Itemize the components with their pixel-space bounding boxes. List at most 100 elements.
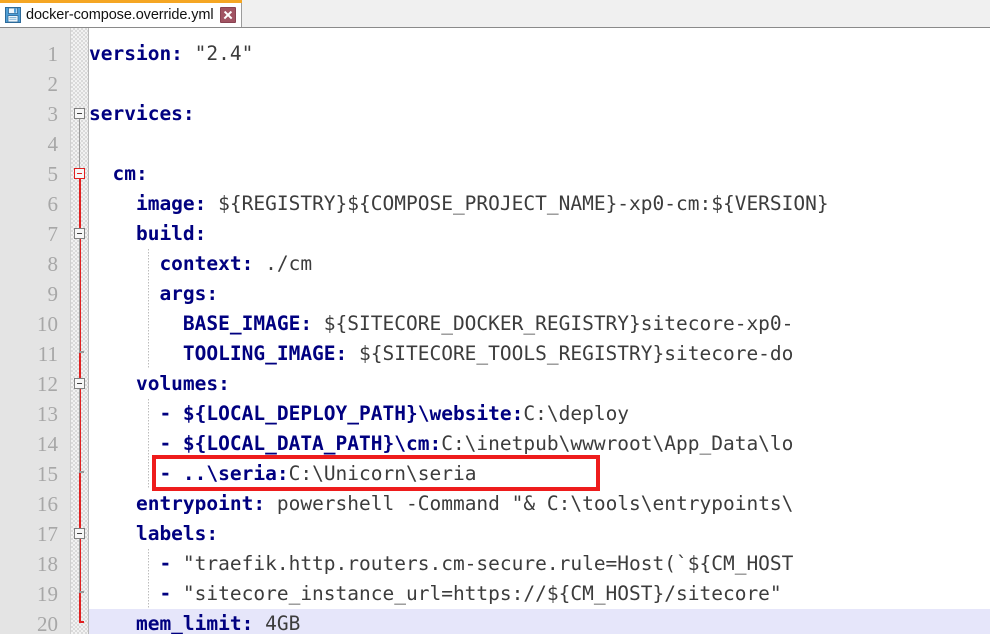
code-line-row[interactable]: 12 volumes: — [0, 369, 990, 399]
code-token: "2.4" — [182, 42, 254, 65]
fold-toggle-icon[interactable] — [74, 528, 85, 539]
code-token: ${REGISTRY}${COMPOSE_PROJECT_NAME}-xp0-c… — [206, 192, 829, 215]
code-token: - — [89, 552, 183, 575]
code-line-row[interactable]: 7 build: — [0, 219, 990, 249]
line-number: 2 — [47, 72, 59, 96]
code-token: powershell -Command "& C:\tools\entrypoi… — [265, 492, 794, 515]
code-line-text[interactable]: TOOLING_IMAGE: ${SITECORE_TOOLS_REGISTRY… — [89, 339, 794, 369]
line-number: 6 — [47, 192, 59, 216]
tab-label: docker-compose.override.yml — [26, 7, 214, 23]
code-line-row[interactable]: 20 mem_limit: 4GB — [37, 609, 990, 634]
fold-range-line — [79, 389, 80, 471]
line-number: 5 — [47, 162, 59, 186]
indent-guide — [148, 549, 149, 609]
fold-range-end — [79, 471, 84, 473]
code-line-row[interactable]: 16 entrypoint: powershell -Command "& C:… — [0, 489, 990, 519]
tab-bar: docker-compose.override.yml — [0, 0, 990, 28]
fold-range-end — [79, 351, 84, 353]
code-token: ${SITECORE_DOCKER_REGISTRY}sitecore-xp0- — [312, 312, 794, 335]
indent-guide — [148, 249, 149, 369]
code-token: version: — [89, 42, 183, 65]
fold-range-line — [79, 239, 80, 351]
code-token: services: — [89, 102, 195, 125]
code-line-text[interactable]: version: "2.4" — [89, 39, 253, 69]
line-number: 15 — [37, 462, 58, 486]
code-token: image: — [89, 192, 207, 215]
code-line-text[interactable]: args: — [89, 279, 218, 309]
code-line-text[interactable]: volumes: — [89, 369, 230, 399]
code-token: entrypoint: — [89, 492, 266, 515]
close-icon[interactable] — [220, 7, 237, 23]
line-number: 9 — [47, 282, 59, 306]
code-token: C:\deploy — [523, 402, 630, 425]
code-token: TOOLING_IMAGE: — [89, 342, 348, 365]
code-token: "sitecore_instance_url=https://${CM_HOST… — [182, 582, 782, 605]
code-line-row[interactable]: 1 version: "2.4" — [0, 39, 990, 69]
fold-range-end — [79, 591, 84, 593]
code-line-text[interactable]: cm: — [89, 159, 148, 189]
code-token: cm: — [89, 162, 148, 185]
line-number: 19 — [37, 582, 58, 606]
line-number: 11 — [37, 342, 58, 366]
floppy-disk-icon — [5, 7, 21, 23]
code-line-text[interactable]: - ${LOCAL_DATA_PATH}\cm:C:\inetpub\wwwro… — [89, 429, 793, 459]
code-line-row[interactable]: 3 services: — [0, 99, 990, 129]
code-token: context: — [89, 252, 254, 275]
code-token: build: — [89, 222, 207, 245]
code-line-row[interactable]: 4 — [0, 129, 990, 159]
code-line-row[interactable]: 5 cm: — [0, 159, 990, 189]
code-line-text[interactable]: image: ${REGISTRY}${COMPOSE_PROJECT_NAME… — [89, 189, 829, 219]
fold-range-line — [79, 119, 80, 171]
line-number: 18 — [37, 552, 58, 576]
line-number: 3 — [47, 102, 59, 126]
code-line-text[interactable]: entrypoint: powershell -Command "& C:\to… — [89, 489, 793, 519]
code-line-text[interactable]: - "sitecore_instance_url=https://${CM_HO… — [89, 579, 782, 609]
fold-toggle-icon[interactable] — [74, 228, 85, 239]
code-token: - — [89, 582, 183, 605]
code-token: ${SITECORE_TOOLS_REGISTRY}sitecore-do — [347, 342, 794, 365]
code-line-row[interactable]: 17 labels: — [0, 519, 990, 549]
indent-guide — [148, 399, 149, 489]
line-number: 16 — [37, 492, 58, 516]
code-line-text[interactable]: context: ./cm — [89, 249, 312, 279]
fold-range-line — [79, 539, 80, 591]
code-line-text[interactable]: build: — [89, 219, 206, 249]
code-token: - ..\seria: — [89, 462, 289, 485]
line-number: 1 — [47, 42, 59, 66]
code-token: ./cm — [253, 252, 313, 275]
code-token: args: — [89, 282, 219, 305]
fold-range-end — [79, 621, 84, 623]
code-line-text[interactable]: services: — [89, 99, 195, 129]
code-token: C:\inetpub\wwwroot\App_Data\lo — [441, 432, 794, 455]
line-number: 4 — [47, 132, 59, 156]
code-token: volumes: — [89, 372, 230, 395]
code-token: - ${LOCAL_DEPLOY_PATH}\website: — [89, 402, 524, 425]
code-line-text[interactable]: - ${LOCAL_DEPLOY_PATH}\website:C:\deploy — [89, 399, 629, 429]
line-number: 12 — [37, 372, 58, 396]
tab-docker-compose-override-yml[interactable]: docker-compose.override.yml — [0, 3, 243, 28]
code-line-text[interactable]: mem_limit: 4GB — [89, 609, 300, 634]
code-line-text[interactable]: labels: — [89, 519, 218, 549]
code-token: BASE_IMAGE: — [89, 312, 313, 335]
code-line-text[interactable]: BASE_IMAGE: ${SITECORE_DOCKER_REGISTRY}s… — [89, 309, 794, 339]
line-number: 20 — [37, 612, 58, 634]
line-number: 10 — [37, 312, 58, 336]
line-number: 7 — [47, 222, 59, 246]
line-number: 13 — [37, 402, 58, 426]
code-line-row[interactable]: 2 — [0, 69, 990, 99]
line-number: 17 — [37, 522, 58, 546]
code-token: labels: — [89, 522, 219, 545]
line-number: 8 — [47, 252, 59, 276]
code-token: mem_limit: — [89, 612, 254, 634]
editor-pane[interactable]: 1 version: "2.4" 2 3 services: 4 5 cm: 6 image:… — [0, 28, 990, 634]
fold-toggle-icon[interactable] — [74, 378, 85, 389]
line-number: 14 — [37, 432, 58, 456]
code-token: "traefik.http.routers.cm-secure.rule=Hos… — [182, 552, 794, 575]
code-line-row[interactable]: 6 image: ${REGISTRY}${COMPOSE_PROJECT_NA… — [0, 189, 990, 219]
fold-toggle-icon[interactable] — [74, 108, 85, 119]
code-line-text[interactable]: - "traefik.http.routers.cm-secure.rule=H… — [89, 549, 793, 579]
code-editor-window: docker-compose.override.yml 1 version: "2… — [0, 0, 990, 634]
code-token: C:\Unicorn\seria — [288, 462, 477, 485]
code-token: - ${LOCAL_DATA_PATH}\cm: — [89, 432, 442, 455]
fold-toggle-icon[interactable] — [74, 168, 85, 179]
